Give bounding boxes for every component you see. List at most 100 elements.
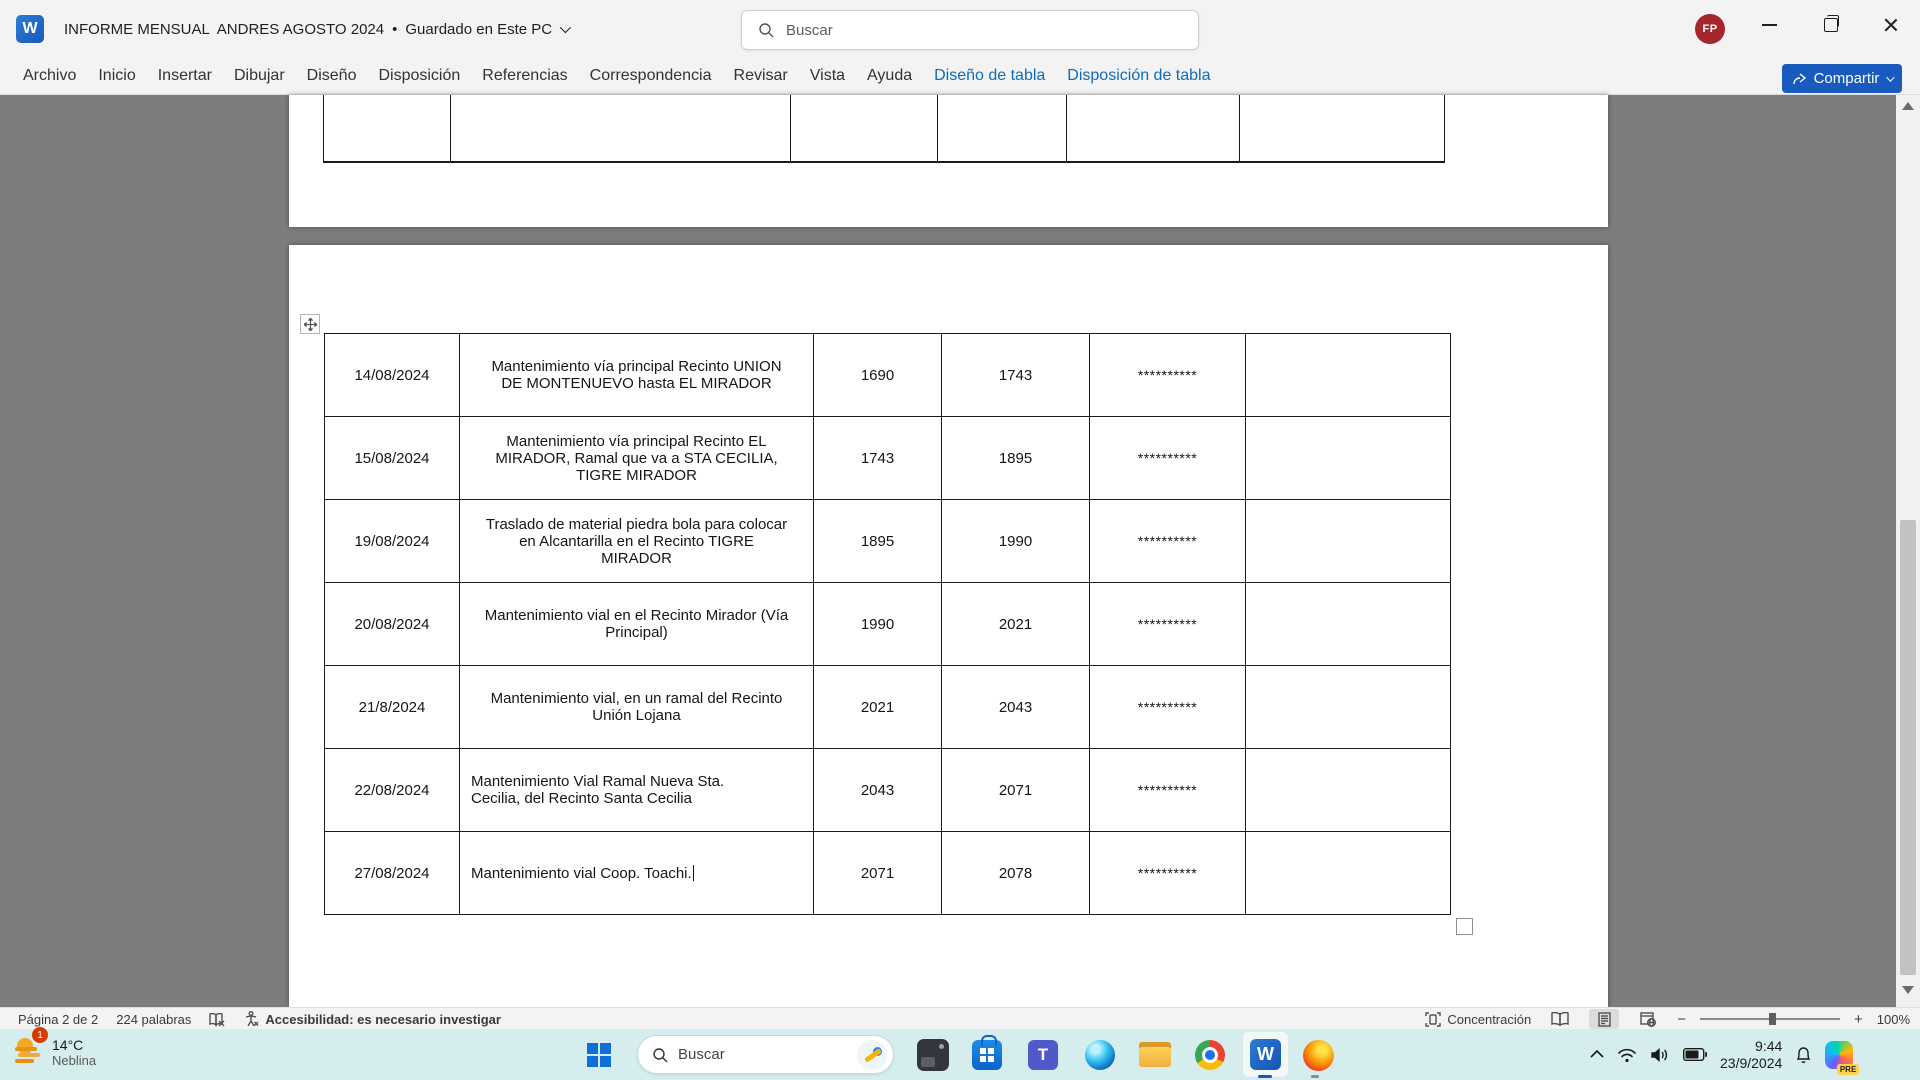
cell-from[interactable]: 2071 — [814, 832, 942, 914]
cell-date[interactable]: 27/08/2024 — [325, 832, 460, 914]
cell-empty[interactable] — [1246, 500, 1449, 582]
table-move-handle[interactable] — [300, 314, 320, 334]
cell-date[interactable]: 15/08/2024 — [325, 417, 460, 499]
cell-to[interactable]: 1895 — [942, 417, 1090, 499]
cell-date[interactable]: 20/08/2024 — [325, 583, 460, 665]
taskbar-app-firefox[interactable] — [1296, 1033, 1340, 1077]
minimize-button[interactable] — [1744, 0, 1794, 50]
table-resize-handle[interactable] — [1456, 918, 1473, 935]
ribbon-tab-diseno-de-tabla[interactable]: Diseño de tabla — [923, 67, 1056, 85]
notifications-bell-icon[interactable] — [1795, 1046, 1812, 1064]
cell-masked[interactable]: ********** — [1090, 500, 1246, 582]
taskbar-app-teams[interactable]: T — [1021, 1033, 1065, 1077]
cell-empty[interactable] — [1246, 583, 1449, 665]
ribbon-tab-ayuda[interactable]: Ayuda — [856, 67, 923, 85]
scroll-down-icon[interactable] — [1902, 986, 1914, 994]
cell-date[interactable]: 14/08/2024 — [325, 334, 460, 416]
table-cell[interactable] — [791, 95, 938, 161]
battery-icon[interactable] — [1683, 1048, 1707, 1061]
scroll-up-icon[interactable] — [1902, 102, 1914, 110]
ribbon-tab-disposicion-de-tabla[interactable]: Disposición de tabla — [1056, 67, 1221, 85]
cell-date[interactable]: 22/08/2024 — [325, 749, 460, 831]
cell-to[interactable]: 2021 — [942, 583, 1090, 665]
table-cell[interactable] — [1067, 95, 1240, 161]
table-fragment-previous[interactable] — [323, 95, 1445, 163]
table-cell[interactable] — [938, 95, 1067, 161]
cell-from[interactable]: 1690 — [814, 334, 942, 416]
taskbar-app-edge[interactable] — [1078, 1033, 1122, 1077]
cell-description[interactable]: Mantenimiento vial Coop. Toachi. — [460, 832, 814, 914]
clock[interactable]: 9:44 23/9/2024 — [1720, 1038, 1782, 1072]
cell-to[interactable]: 2071 — [942, 749, 1090, 831]
read-mode-button[interactable] — [1545, 1009, 1575, 1029]
close-button[interactable] — [1866, 0, 1916, 50]
cell-from[interactable]: 2021 — [814, 666, 942, 748]
ribbon-tab-inicio[interactable]: Inicio — [87, 67, 146, 85]
taskbar-app-chrome[interactable] — [1188, 1033, 1232, 1077]
copilot-icon[interactable]: PRE — [1825, 1041, 1853, 1069]
wifi-icon[interactable] — [1617, 1047, 1637, 1063]
ribbon-tab-correspondencia[interactable]: Correspondencia — [579, 67, 723, 85]
ribbon-tab-dibujar[interactable]: Dibujar — [223, 67, 296, 85]
print-layout-button[interactable] — [1589, 1009, 1619, 1029]
cell-from[interactable]: 2043 — [814, 749, 942, 831]
cell-to[interactable]: 1743 — [942, 334, 1090, 416]
table-cell[interactable] — [1240, 95, 1445, 161]
tray-chevron-up-icon[interactable] — [1590, 1050, 1604, 1059]
ribbon-tab-revisar[interactable]: Revisar — [723, 67, 799, 85]
avatar[interactable]: FP — [1695, 14, 1725, 44]
zoom-out-button[interactable]: − — [1677, 1011, 1686, 1028]
cell-description[interactable]: Mantenimiento Vial Ramal Nueva Sta. Ceci… — [460, 749, 814, 831]
taskbar-app-word-active[interactable]: W — [1242, 1031, 1289, 1078]
cell-description[interactable]: Traslado de material piedra bola para co… — [460, 500, 814, 582]
cell-date[interactable]: 19/08/2024 — [325, 500, 460, 582]
cell-from[interactable]: 1990 — [814, 583, 942, 665]
cell-masked[interactable]: ********** — [1090, 832, 1246, 914]
focus-mode-button[interactable]: Concentración — [1425, 1012, 1531, 1027]
ribbon-tab-archivo[interactable]: Archivo — [12, 67, 87, 85]
scrollbar-thumb[interactable] — [1900, 520, 1916, 975]
search-highlight-image[interactable] — [857, 1040, 887, 1070]
cell-description[interactable]: Mantenimiento vial, en un ramal del Reci… — [460, 666, 814, 748]
accessibility-status[interactable]: Accesibilidad: es necesario investigar — [244, 1011, 501, 1027]
cell-empty[interactable] — [1246, 832, 1449, 914]
cell-masked[interactable]: ********** — [1090, 417, 1246, 499]
ribbon-tab-vista[interactable]: Vista — [799, 67, 856, 85]
cell-to[interactable]: 1990 — [942, 500, 1090, 582]
cell-empty[interactable] — [1246, 749, 1449, 831]
cell-description[interactable]: Mantenimiento vial en el Recinto Mirador… — [460, 583, 814, 665]
page-indicator[interactable]: Página 2 de 2 — [18, 1012, 98, 1027]
cell-description[interactable]: Mantenimiento vía principal Recinto UNIO… — [460, 334, 814, 416]
document-title-area[interactable]: INFORME MENSUAL ANDRES AGOSTO 2024 • Gua… — [64, 0, 568, 58]
table-cell[interactable] — [323, 95, 451, 161]
cell-from[interactable]: 1743 — [814, 417, 942, 499]
share-button[interactable]: Compartir — [1782, 64, 1902, 93]
taskbar-app-explorer[interactable] — [1133, 1033, 1177, 1077]
cell-to[interactable]: 2078 — [942, 832, 1090, 914]
cell-description[interactable]: Mantenimiento vía principal Recinto EL M… — [460, 417, 814, 499]
taskbar-app-store[interactable] — [965, 1033, 1009, 1077]
taskbar-search[interactable]: Buscar — [637, 1035, 894, 1074]
ribbon-tab-insertar[interactable]: Insertar — [147, 67, 223, 85]
zoom-slider-thumb[interactable] — [1769, 1013, 1776, 1025]
cell-from[interactable]: 1895 — [814, 500, 942, 582]
chevron-down-icon[interactable] — [560, 22, 571, 33]
cell-empty[interactable] — [1246, 334, 1449, 416]
zoom-slider[interactable] — [1700, 1018, 1840, 1020]
cell-masked[interactable]: ********** — [1090, 666, 1246, 748]
taskbar-app-photos[interactable] — [911, 1033, 955, 1077]
cell-masked[interactable]: ********** — [1090, 583, 1246, 665]
ribbon-tab-diseno[interactable]: Diseño — [296, 67, 368, 85]
ribbon-tab-disposicion[interactable]: Disposición — [367, 67, 471, 85]
word-app-icon[interactable]: W — [16, 15, 44, 43]
word-count[interactable]: 224 palabras — [116, 1012, 191, 1027]
cell-masked[interactable]: ********** — [1090, 334, 1246, 416]
zoom-level[interactable]: 100% — [1877, 1012, 1910, 1027]
volume-icon[interactable] — [1650, 1047, 1670, 1063]
proofing-errors-icon[interactable] — [209, 1012, 226, 1027]
search-input[interactable]: Buscar — [741, 10, 1199, 50]
start-button[interactable] — [577, 1033, 621, 1077]
cell-date[interactable]: 21/8/2024 — [325, 666, 460, 748]
weather-widget[interactable]: 1 14°C Neblina — [10, 1033, 96, 1072]
ribbon-tab-referencias[interactable]: Referencias — [471, 67, 578, 85]
